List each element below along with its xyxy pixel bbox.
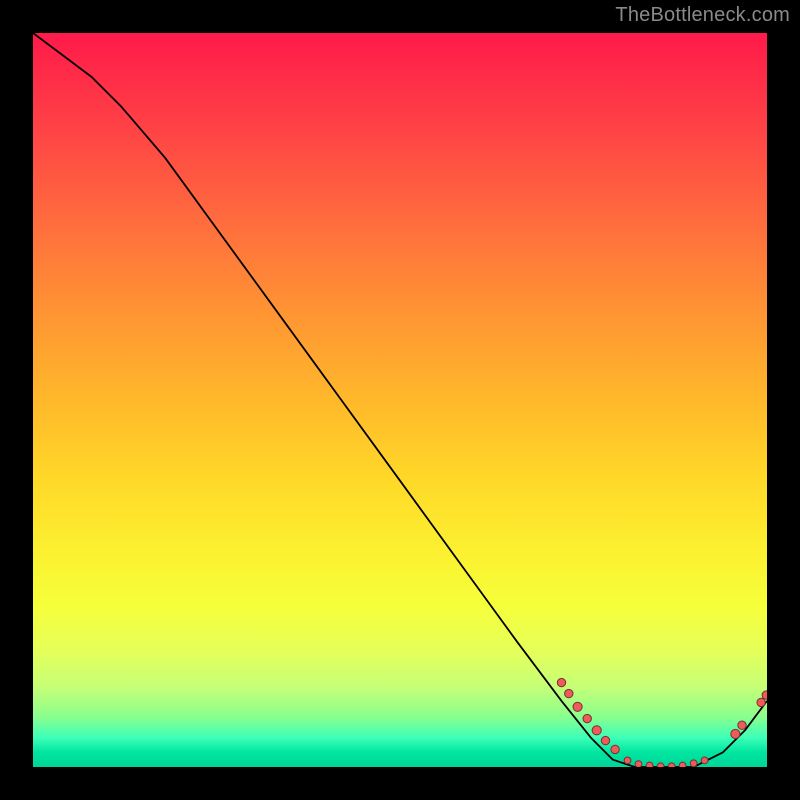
marker-dot <box>583 714 591 722</box>
marker-dot <box>690 760 697 767</box>
marker-dot <box>701 757 708 764</box>
marker-dot <box>731 729 740 738</box>
marker-dot <box>592 726 601 735</box>
attribution-text: TheBottleneck.com <box>615 4 790 27</box>
marker-dot <box>668 763 675 767</box>
marker-dot <box>557 678 565 686</box>
marker-dot <box>565 689 573 697</box>
marker-dot <box>611 745 619 753</box>
marker-dot <box>757 698 765 706</box>
marker-dot <box>601 736 609 744</box>
marker-dot <box>762 691 767 699</box>
marker-dot <box>635 761 642 767</box>
marker-group <box>557 678 767 767</box>
plot-area <box>33 33 767 767</box>
chart-overlay <box>33 33 767 767</box>
marker-dot <box>573 702 582 711</box>
marker-dot <box>646 762 653 767</box>
chart-frame: TheBottleneck.com <box>0 0 800 800</box>
marker-dot <box>657 763 664 767</box>
marker-dot <box>679 762 686 767</box>
marker-dot <box>738 721 746 729</box>
marker-dot <box>624 757 631 764</box>
bottleneck-curve <box>33 33 767 767</box>
